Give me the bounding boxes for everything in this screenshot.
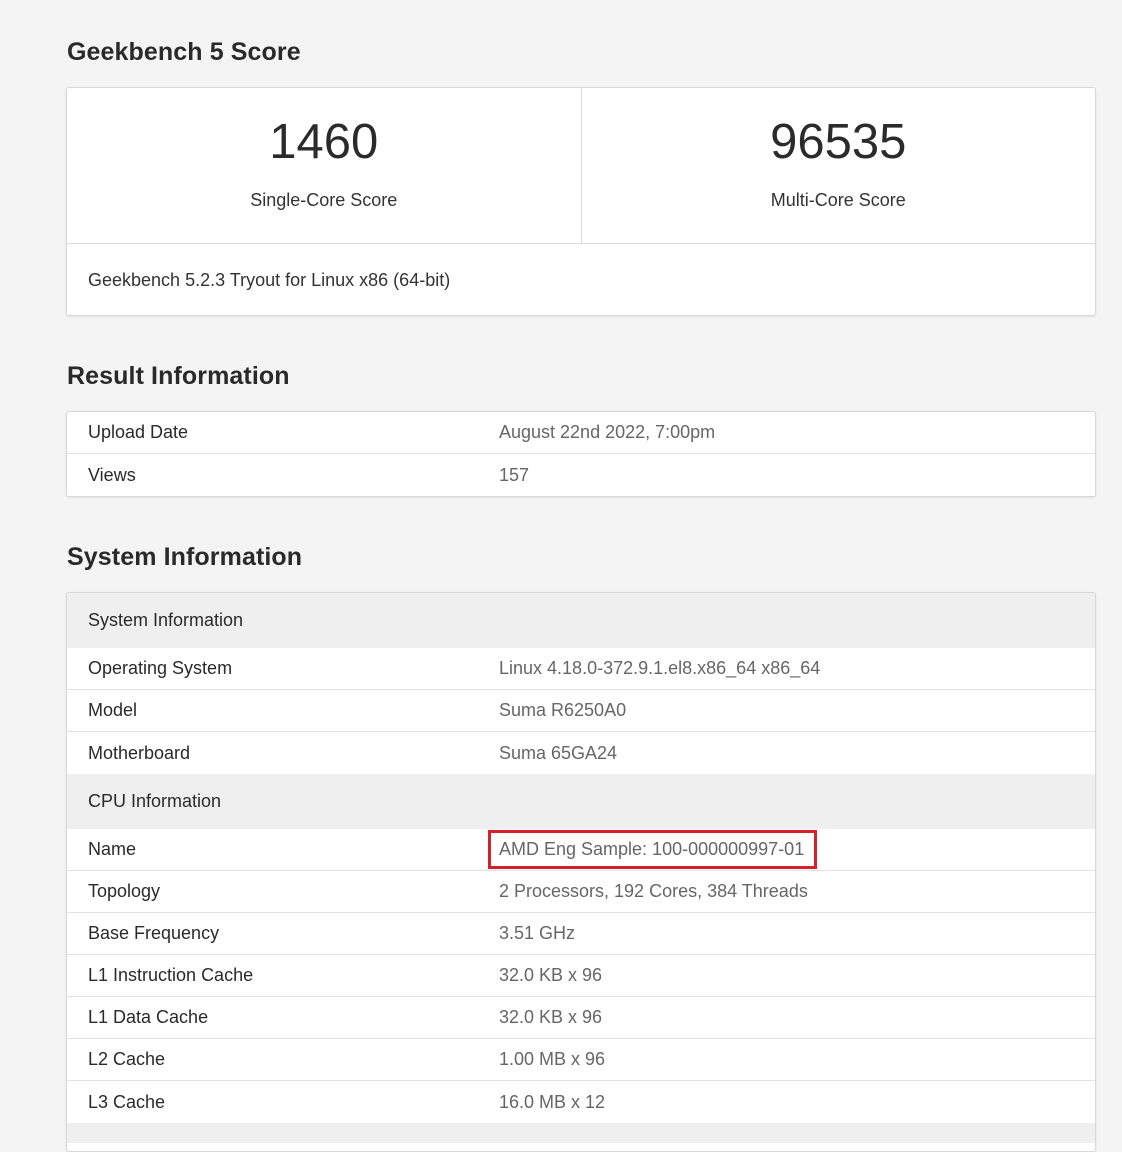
table-row: Motherboard Suma 65GA24: [67, 732, 1095, 774]
cpu-name-key: Name: [88, 839, 137, 859]
table-row: L3 Cache 16.0 MB x 12: [67, 1081, 1095, 1123]
highlight-box: AMD Eng Sample: 100-000000997-01: [488, 829, 818, 869]
score-row: 1460 Single-Core Score 96535 Multi-Core …: [67, 88, 1095, 244]
model-key: Model: [88, 700, 138, 720]
base-frequency-key: Base Frequency: [88, 923, 220, 943]
table-row: Topology 2 Processors, 192 Cores, 384 Th…: [67, 871, 1095, 913]
l2-cache-key: L2 Cache: [88, 1049, 166, 1069]
table-row: Upload Date August 22nd 2022, 7:00pm: [67, 412, 1095, 454]
os-value: Linux 4.18.0-372.9.1.el8.x86_64 x86_64: [499, 658, 821, 678]
system-section-title: System Information: [67, 543, 303, 571]
single-core-score-label: Single-Core Score: [250, 190, 398, 210]
result-section-title: Result Information: [67, 362, 290, 390]
cpu-name-value: AMD Eng Sample: 100-000000997-01: [499, 838, 805, 859]
l3-cache-key: L3 Cache: [88, 1091, 166, 1112]
upload-date-key: Upload Date: [88, 422, 189, 442]
topology-key: Topology: [88, 881, 161, 901]
motherboard-key: Motherboard: [88, 742, 191, 763]
score-section-title: Geekbench 5 Score: [67, 38, 301, 66]
model-value: Suma R6250A0: [499, 700, 627, 720]
benchmark-version: Geekbench 5.2.3 Tryout for Linux x86 (64…: [88, 270, 451, 290]
cpu-name-value-cell: AMD Eng Sample: 100-000000997-01: [488, 829, 1095, 869]
cpu-group-heading: CPU Information: [67, 774, 1095, 829]
table-row: Model Suma R6250A0: [67, 690, 1095, 732]
result-info-table: Upload Date August 22nd 2022, 7:00pm Vie…: [66, 411, 1096, 497]
multi-core-score-value: 96535: [770, 115, 907, 169]
next-group-heading: [67, 1123, 1095, 1143]
views-key: Views: [88, 464, 136, 485]
base-frequency-value: 3.51 GHz: [499, 923, 576, 943]
motherboard-value: Suma 65GA24: [499, 742, 618, 763]
l3-cache-value: 16.0 MB x 12: [499, 1091, 606, 1112]
table-row: Name AMD Eng Sample: 100-000000997-01: [67, 829, 1095, 871]
topology-value: 2 Processors, 192 Cores, 384 Threads: [499, 881, 808, 901]
multi-core-score-box: 96535 Multi-Core Score: [580, 88, 1096, 243]
os-key: Operating System: [88, 658, 233, 678]
l1-instruction-cache-key: L1 Instruction Cache: [88, 965, 254, 985]
table-row: Base Frequency 3.51 GHz: [67, 913, 1095, 955]
l1-data-cache-value: 32.0 KB x 96: [499, 1007, 603, 1027]
system-info-table: System Information Operating System Linu…: [66, 592, 1096, 1152]
upload-date-value: August 22nd 2022, 7:00pm: [499, 422, 716, 442]
system-group-heading: System Information: [67, 593, 1095, 648]
l2-cache-value: 1.00 MB x 96: [499, 1049, 606, 1069]
table-row: Operating System Linux 4.18.0-372.9.1.el…: [67, 648, 1095, 690]
single-core-score-value: 1460: [269, 115, 379, 169]
table-row: Views 157: [67, 454, 1095, 496]
single-core-score-box: 1460 Single-Core Score: [67, 88, 581, 243]
table-row: L1 Instruction Cache 32.0 KB x 96: [67, 955, 1095, 997]
table-row: L2 Cache 1.00 MB x 96: [67, 1039, 1095, 1081]
l1-instruction-cache-value: 32.0 KB x 96: [499, 965, 603, 985]
views-value: 157: [499, 464, 530, 485]
l1-data-cache-key: L1 Data Cache: [88, 1007, 209, 1027]
multi-core-score-label: Multi-Core Score: [770, 190, 906, 210]
table-row: L1 Data Cache 32.0 KB x 96: [67, 997, 1095, 1039]
score-card: 1460 Single-Core Score 96535 Multi-Core …: [66, 87, 1096, 316]
